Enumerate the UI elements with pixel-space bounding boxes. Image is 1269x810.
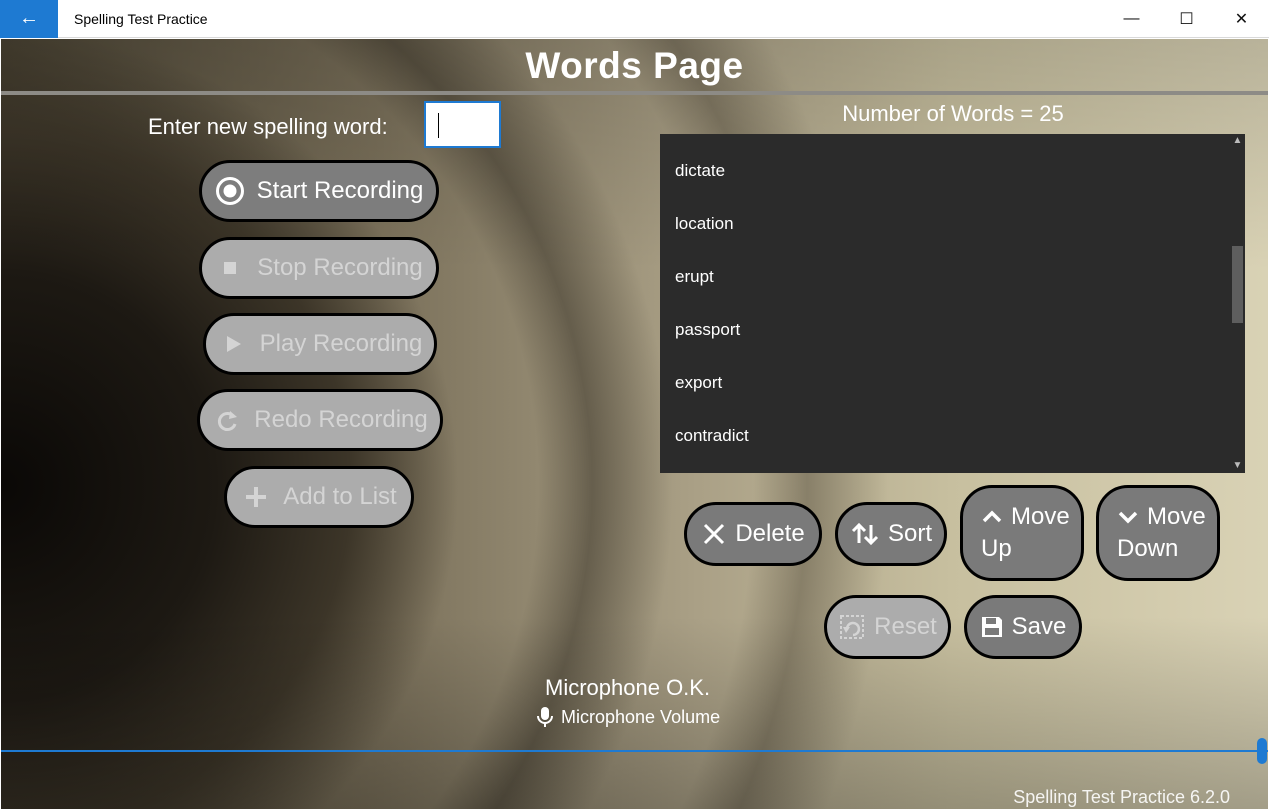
microphone-volume: Microphone Volume: [537, 706, 720, 728]
list-item[interactable]: location: [660, 197, 1245, 250]
move-up-label-1: Move: [1011, 503, 1070, 530]
move-down-label-1: Move: [1147, 503, 1206, 530]
chevron-down-icon: [1118, 511, 1138, 524]
scroll-up-icon[interactable]: ▲: [1230, 134, 1245, 148]
word-list-items: dictate location erupt passport export contra…: [660, 134, 1245, 462]
back-button[interactable]: ←: [0, 0, 58, 38]
list-item[interactable]: erupt: [660, 250, 1245, 303]
redo-recording-label: Redo Recording: [254, 406, 428, 433]
scroll-thumb[interactable]: [1232, 246, 1243, 324]
volume-slider-thumb[interactable]: [1257, 738, 1267, 764]
new-word-label: Enter new spelling word:: [148, 114, 388, 139]
list-item[interactable]: contradict: [660, 409, 1245, 462]
new-word-input[interactable]: [424, 101, 501, 148]
page-header: Words Page: [1, 39, 1268, 93]
window-title: Spelling Test Practice: [74, 10, 208, 27]
word-count: Number of Words = 25: [842, 101, 1064, 126]
play-recording-button[interactable]: Play Recording: [203, 313, 437, 375]
move-down-button[interactable]: Move Down: [1096, 485, 1220, 581]
scroll-down-icon[interactable]: ▼: [1230, 459, 1245, 473]
header-divider: [1, 91, 1268, 95]
minimize-button[interactable]: —: [1104, 0, 1159, 38]
list-item[interactable]: export: [660, 356, 1245, 409]
minimize-icon: —: [1123, 10, 1140, 27]
save-label: Save: [1011, 613, 1067, 640]
start-recording-button[interactable]: Start Recording: [199, 160, 439, 222]
redo-icon: [218, 411, 238, 431]
close-button[interactable]: ✕: [1214, 0, 1269, 38]
microphone-volume-label: Microphone Volume: [561, 706, 721, 727]
page-title: Words Page: [525, 45, 744, 86]
microphone-status: Microphone O.K.: [545, 675, 711, 700]
close-x-icon: [704, 523, 725, 545]
reset-button[interactable]: Reset: [824, 595, 951, 659]
maximize-icon: ☐: [1179, 11, 1194, 28]
move-up-button[interactable]: Move Up: [960, 485, 1084, 581]
list-item[interactable]: passport: [660, 303, 1245, 356]
stop-recording-button[interactable]: Stop Recording: [199, 237, 439, 299]
list-scrollbar[interactable]: ▲ ▼: [1230, 134, 1245, 473]
version-text: Spelling Test Practice 6.2.0: [1013, 787, 1230, 807]
window-controls: — ☐ ✕: [1104, 0, 1269, 38]
sort-arrows-icon: [851, 522, 879, 546]
sort-label: Sort: [887, 520, 932, 547]
add-to-list-label: Add to List: [283, 483, 397, 510]
maximize-button[interactable]: ☐: [1159, 0, 1214, 38]
volume-slider-track[interactable]: [1, 750, 1268, 752]
sort-button[interactable]: Sort: [835, 502, 947, 566]
plus-icon: [246, 487, 267, 507]
title-bar: ← Spelling Test Practice — ☐ ✕: [0, 0, 1269, 38]
move-up-line1: Move: [981, 501, 1070, 533]
move-down-label-2: Down: [1117, 535, 1179, 562]
word-list[interactable]: dictate location erupt passport export contra…: [660, 134, 1245, 473]
delete-label: Delete: [735, 520, 805, 547]
stop-recording-label: Stop Recording: [257, 254, 423, 281]
delete-button[interactable]: Delete: [684, 502, 822, 566]
move-up-label-2: Up: [981, 535, 1012, 562]
undo-icon: [840, 615, 865, 639]
redo-recording-button[interactable]: Redo Recording: [197, 389, 443, 451]
back-arrow-icon: ←: [19, 7, 39, 29]
text-caret: [438, 113, 439, 138]
move-down-line1: Move: [1117, 501, 1206, 533]
chevron-up-icon: [982, 510, 1002, 523]
record-icon: [215, 177, 244, 205]
save-button[interactable]: Save: [964, 595, 1082, 659]
stop-icon: [224, 262, 237, 274]
main-area: Words Page Enter new spelling word: Star…: [1, 39, 1268, 809]
add-to-list-button[interactable]: Add to List: [224, 466, 414, 528]
start-recording-label: Start Recording: [256, 177, 424, 204]
close-icon: ✕: [1234, 11, 1249, 28]
microphone-icon: [537, 707, 553, 727]
floppy-disk-icon: [981, 617, 1002, 637]
list-item[interactable]: dictate: [660, 144, 1245, 197]
reset-label: Reset: [874, 613, 937, 640]
play-recording-label: Play Recording: [259, 330, 423, 357]
play-icon: [226, 336, 241, 352]
